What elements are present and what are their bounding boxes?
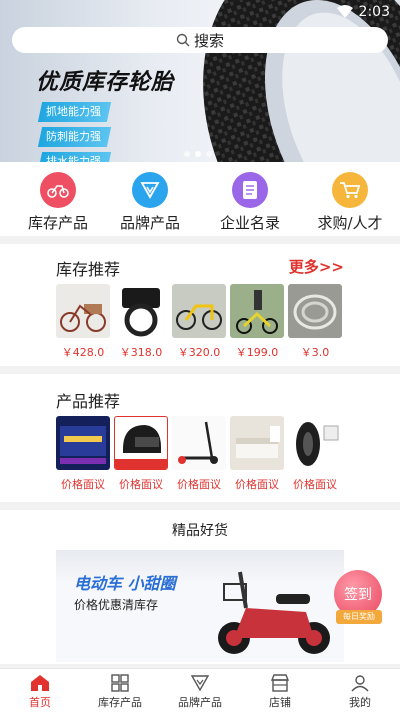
search-placeholder: 搜索 <box>193 31 224 50</box>
home-icon <box>31 675 49 691</box>
checkin-sublabel: 每日奖励 <box>336 610 382 624</box>
banner-title: 优质库存轮胎 <box>36 70 175 95</box>
stock-recommend-section: 库存推荐 更多>> ￥428.0 ￥318.0 ￥320.0 ￥199.0 ￥3… <box>0 244 400 366</box>
brand-icon <box>190 675 210 692</box>
wifi-icon <box>336 5 353 18</box>
status-time: 2:03 <box>358 4 390 20</box>
tab-label: 首页 <box>29 696 51 709</box>
product-image <box>288 416 342 470</box>
tab-label: 我的 <box>349 696 371 709</box>
category-label: 企业名录 <box>219 214 280 232</box>
product-item[interactable]: 价格面议 <box>56 416 110 492</box>
item-price: ￥3.0 <box>300 346 330 359</box>
shopping-cart-icon <box>332 172 368 208</box>
product-image <box>56 284 110 338</box>
promo-title: 电动车 小甜圈 <box>74 574 176 593</box>
category-label: 品牌产品 <box>119 214 180 232</box>
item-price: ￥428.0 <box>61 346 105 359</box>
category-label: 库存产品 <box>27 214 88 232</box>
product-image <box>172 416 226 470</box>
product-image <box>114 416 168 470</box>
product-list: 价格面议 价格面议 价格面议 价格面议 价格面议 <box>56 416 342 492</box>
motorcycle-icon <box>40 172 76 208</box>
product-image <box>56 416 110 470</box>
grid-icon <box>111 674 129 692</box>
category-brand-products[interactable]: 品牌产品 <box>100 172 200 233</box>
carousel-dots <box>184 151 212 157</box>
more-link[interactable]: 更多>> <box>289 256 344 277</box>
section-title: 产品推荐 <box>56 392 121 411</box>
item-price: ￥199.0 <box>235 346 279 359</box>
document-icon <box>232 172 268 208</box>
item-price: ￥320.0 <box>177 346 221 359</box>
category-company-directory[interactable]: 企业名录 <box>200 172 300 233</box>
product-image <box>288 284 342 338</box>
banner-chip: 防刺能力强 <box>37 127 112 147</box>
store-icon <box>270 674 290 692</box>
scooter-image <box>218 571 330 654</box>
carousel-dot-active[interactable] <box>195 151 201 157</box>
product-item[interactable]: 价格面议 <box>172 416 226 492</box>
item-price: 价格面议 <box>177 478 221 491</box>
tab-label: 库存产品 <box>98 696 142 709</box>
banner-carousel[interactable]: 优质库存轮胎 抓地能力强 防刺能力强 排水能力强 <box>0 0 400 162</box>
item-price: 价格面议 <box>119 478 163 491</box>
promo-banner[interactable]: 电动车 小甜圈 价格优惠清库存 <box>56 550 344 662</box>
banner-chip: 排水能力强 <box>37 152 112 162</box>
category-purchase-talent[interactable]: 求购/人才 <box>300 172 400 233</box>
product-image <box>172 284 226 338</box>
tab-home[interactable]: 首页 <box>0 669 80 712</box>
section-title: 库存推荐 <box>56 260 121 279</box>
category-panel: 库存产品 品牌产品 企业名录 求购/人才 <box>0 162 400 236</box>
item-price: 价格面议 <box>235 478 279 491</box>
tab-store[interactable]: 店铺 <box>240 669 320 712</box>
search-bar[interactable]: 搜索 <box>12 27 388 53</box>
tab-brand-products[interactable]: 品牌产品 <box>160 669 240 712</box>
brand-badge-icon <box>132 172 168 208</box>
product-recommend-section: 产品推荐 价格面议 价格面议 价格面议 价格面议 价格面议 <box>0 374 400 502</box>
user-icon <box>351 675 369 692</box>
promo-subtitle: 价格优惠清库存 <box>74 598 159 612</box>
section-title: 精品好货 <box>172 523 228 539</box>
item-price: 价格面议 <box>293 478 337 491</box>
status-bar: 2:03 <box>0 0 400 24</box>
stock-item[interactable]: ￥428.0 <box>56 284 110 360</box>
tab-profile[interactable]: 我的 <box>320 669 400 712</box>
product-item[interactable]: 价格面议 <box>230 416 284 492</box>
search-icon <box>176 33 190 47</box>
stock-item[interactable]: ￥3.0 <box>288 284 342 360</box>
product-image <box>114 284 168 338</box>
banner-chip: 抓地能力强 <box>37 102 112 122</box>
product-item[interactable]: 价格面议 <box>114 416 168 492</box>
item-price: 价格面议 <box>61 478 105 491</box>
stock-list: ￥428.0 ￥318.0 ￥320.0 ￥199.0 ￥3.0 <box>56 284 342 360</box>
carousel-dot[interactable] <box>184 151 190 157</box>
item-price: ￥318.0 <box>119 346 163 359</box>
stock-item[interactable]: ￥318.0 <box>114 284 168 360</box>
tab-label: 品牌产品 <box>178 696 222 709</box>
stock-item[interactable]: ￥199.0 <box>230 284 284 360</box>
bottom-tab-bar: 首页 库存产品 品牌产品 店铺 我的 <box>0 668 400 712</box>
product-image <box>230 284 284 338</box>
product-item[interactable]: 价格面议 <box>288 416 342 492</box>
carousel-dot[interactable] <box>206 151 212 157</box>
category-label: 求购/人才 <box>317 214 383 232</box>
tab-stock-products[interactable]: 库存产品 <box>80 669 160 712</box>
product-image <box>230 416 284 470</box>
category-stock-products[interactable]: 库存产品 <box>8 172 108 233</box>
tab-label: 店铺 <box>269 696 291 709</box>
stock-item[interactable]: ￥320.0 <box>172 284 226 360</box>
